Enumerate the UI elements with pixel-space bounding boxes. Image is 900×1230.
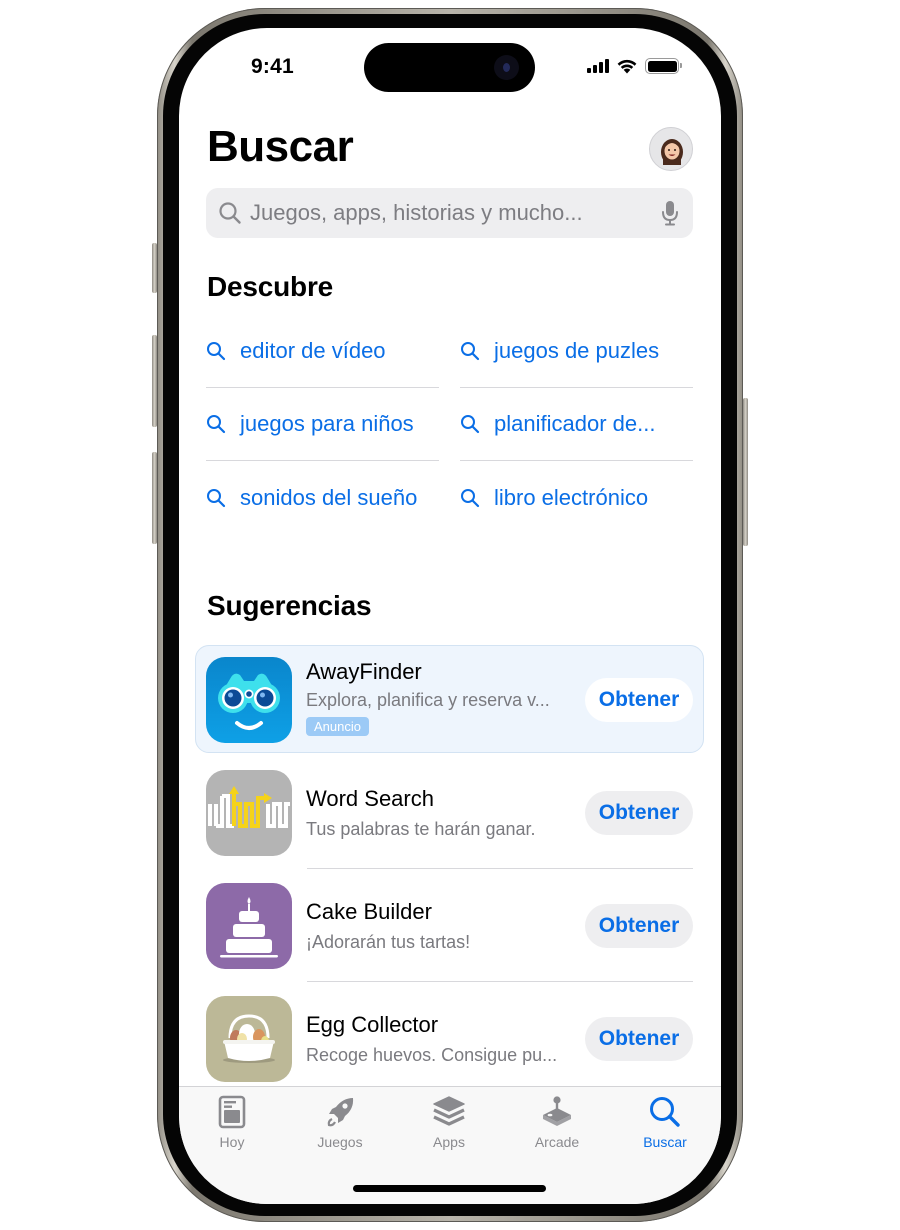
tab-search[interactable]: Buscar [611,1095,719,1150]
discover-item[interactable]: planificador de... [460,388,693,461]
app-subtitle: Explora, planifica y reserva v... [306,689,550,710]
status-icons [587,58,682,74]
egg-basket-app-icon [206,996,292,1082]
tab-games[interactable]: Juegos [286,1095,394,1150]
get-button[interactable]: Obtener [585,1017,693,1061]
app-name: Word Search [306,786,434,811]
app-row[interactable]: Word Search Tus palabras te harán ganar.… [206,770,693,856]
discover-item-label: planificador de... [494,411,656,436]
get-button[interactable]: Obtener [585,791,693,835]
discover-item-label: libro electrónico [494,484,649,510]
discover-item-label: editor de vídeo [240,338,386,363]
discover-item-label: sonidos del sueño [240,484,418,510]
tab-label: Hoy [219,1134,245,1150]
tab-label: Buscar [643,1134,687,1150]
cake-app-icon [206,883,292,969]
discover-item-label: juegos de puzles [494,338,660,363]
search-icon [461,488,480,507]
search-icon [650,1097,680,1127]
discover-item[interactable]: sonidos del sueño [206,461,439,534]
app-info: AwayFinder Explora, planifica y reserva … [306,659,585,736]
memoji-avatar-icon [661,139,683,165]
discover-item-label: juegos para niños [240,411,414,436]
search-icon [207,488,226,507]
app-name: Cake Builder [306,899,432,924]
app-info: Word Search Tus palabras te harán ganar. [306,786,585,840]
tab-today[interactable]: Hoy [179,1095,286,1150]
discover-item[interactable]: juegos de puzles [460,315,693,388]
search-icon [207,342,226,361]
today-icon [218,1095,246,1129]
row-divider [307,981,693,982]
search-icon [461,342,480,361]
app-row[interactable]: Cake Builder ¡Adorarán tus tartas! Obten… [206,883,693,969]
search-icon [207,415,226,434]
page-title: Buscar [207,122,354,171]
row-divider [307,868,693,869]
front-camera [494,55,519,80]
status-time: 9:41 [251,55,294,78]
layers-icon [433,1096,465,1126]
tab-label: Arcade [534,1134,580,1150]
app-row[interactable]: AwayFinder Explora, planifica y reserva … [206,657,693,743]
wifi-icon [617,59,637,74]
discover-item[interactable]: libro electrónico [460,461,693,534]
app-subtitle: ¡Adorarán tus tartas! [306,932,471,952]
account-avatar[interactable] [649,127,693,171]
app-name: AwayFinder [306,658,422,684]
phone-screen: 9:41 Buscar Juegos, apps, historias y mu… [179,28,721,1204]
magnifier-icon [219,202,241,224]
app-subtitle: Tus palabras te harán ganar. [306,819,536,839]
microphone-icon[interactable] [661,199,679,227]
joystick-icon [543,1096,571,1126]
ad-badge: Anuncio [306,716,369,736]
app-name: Egg Collector [306,1012,439,1037]
rocket-icon [327,1098,354,1127]
power-button [743,398,748,546]
search-input[interactable] [250,200,661,226]
discover-heading: Descubre [207,271,334,302]
app-row[interactable]: Egg Collector Recoge huevos. Consigue pu… [206,996,693,1082]
get-button[interactable]: Obtener [585,678,693,722]
search-bar[interactable] [206,188,693,238]
discover-grid: editor de vídeo juegos de puzles juegos … [206,315,693,534]
app-info: Egg Collector Recoge huevos. Consigue pu… [306,1012,585,1066]
suggestions-heading: Sugerencias [207,590,372,621]
discover-item[interactable]: juegos para niños [206,388,439,461]
get-button[interactable]: Obtener [585,904,693,948]
search-icon [461,415,480,434]
home-indicator[interactable] [353,1185,546,1192]
app-subtitle: Recoge huevos. Consigue pu... [306,1045,558,1065]
tab-label: Juegos [317,1134,363,1150]
tab-arcade[interactable]: Arcade [503,1095,611,1150]
tab-apps[interactable]: Apps [395,1095,503,1150]
battery-icon [645,58,682,74]
word-search-app-icon [206,770,292,856]
tab-label: Apps [433,1134,465,1150]
app-info: Cake Builder ¡Adorarán tus tartas! [306,899,585,953]
binoculars-app-icon [206,657,292,743]
dynamic-island [364,43,535,92]
cellular-signal-icon [587,59,609,73]
discover-item[interactable]: editor de vídeo [206,315,439,388]
